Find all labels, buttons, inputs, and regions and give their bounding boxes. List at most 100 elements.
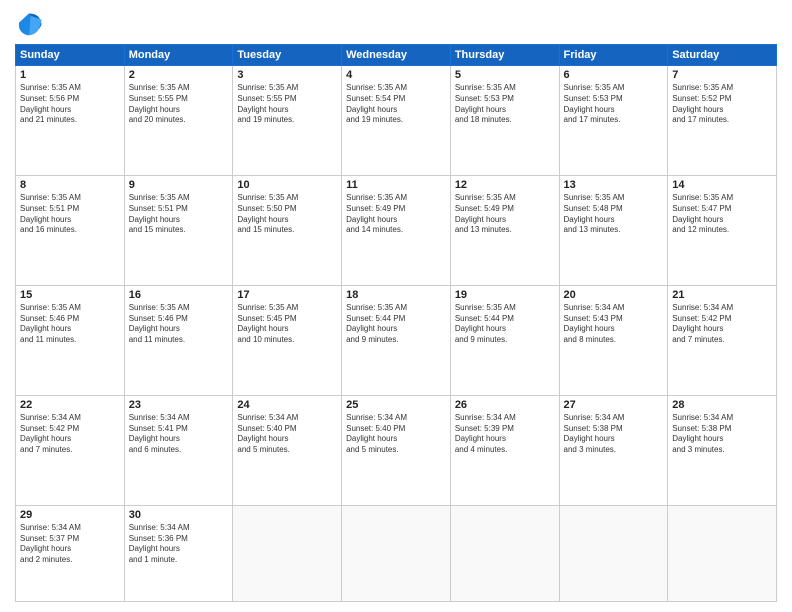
- day-number: 7: [672, 69, 772, 81]
- day-number: 3: [237, 69, 337, 81]
- cell-content: Sunrise: 5:35 AM Sunset: 5:55 PM Dayligh…: [237, 83, 337, 126]
- cell-content: Sunrise: 5:34 AM Sunset: 5:43 PM Dayligh…: [564, 303, 664, 346]
- calendar-row-2: 8 Sunrise: 5:35 AM Sunset: 5:51 PM Dayli…: [16, 175, 777, 285]
- cell-content: Sunrise: 5:34 AM Sunset: 5:38 PM Dayligh…: [672, 413, 772, 456]
- day-cell-10: 10 Sunrise: 5:35 AM Sunset: 5:50 PM Dayl…: [233, 175, 342, 285]
- day-number: 4: [346, 69, 446, 81]
- day-cell-3: 3 Sunrise: 5:35 AM Sunset: 5:55 PM Dayli…: [233, 66, 342, 176]
- day-number: 6: [564, 69, 664, 81]
- day-number: 23: [129, 399, 229, 411]
- cell-content: Sunrise: 5:34 AM Sunset: 5:37 PM Dayligh…: [20, 523, 120, 566]
- day-number: 10: [237, 179, 337, 191]
- cell-content: Sunrise: 5:35 AM Sunset: 5:53 PM Dayligh…: [455, 83, 555, 126]
- empty-cell: [342, 505, 451, 601]
- day-number: 14: [672, 179, 772, 191]
- cell-content: Sunrise: 5:35 AM Sunset: 5:45 PM Dayligh…: [237, 303, 337, 346]
- day-cell-24: 24 Sunrise: 5:34 AM Sunset: 5:40 PM Dayl…: [233, 395, 342, 505]
- calendar-row-4: 22 Sunrise: 5:34 AM Sunset: 5:42 PM Dayl…: [16, 395, 777, 505]
- cell-content: Sunrise: 5:34 AM Sunset: 5:40 PM Dayligh…: [346, 413, 446, 456]
- calendar-table: Sunday Monday Tuesday Wednesday Thursday…: [15, 44, 777, 602]
- header: [15, 10, 777, 38]
- cell-content: Sunrise: 5:35 AM Sunset: 5:49 PM Dayligh…: [346, 193, 446, 236]
- day-cell-11: 11 Sunrise: 5:35 AM Sunset: 5:49 PM Dayl…: [342, 175, 451, 285]
- day-cell-12: 12 Sunrise: 5:35 AM Sunset: 5:49 PM Dayl…: [450, 175, 559, 285]
- header-friday: Friday: [559, 45, 668, 66]
- cell-content: Sunrise: 5:35 AM Sunset: 5:46 PM Dayligh…: [129, 303, 229, 346]
- day-cell-27: 27 Sunrise: 5:34 AM Sunset: 5:38 PM Dayl…: [559, 395, 668, 505]
- header-thursday: Thursday: [450, 45, 559, 66]
- header-tuesday: Tuesday: [233, 45, 342, 66]
- day-cell-25: 25 Sunrise: 5:34 AM Sunset: 5:40 PM Dayl…: [342, 395, 451, 505]
- cell-content: Sunrise: 5:35 AM Sunset: 5:49 PM Dayligh…: [455, 193, 555, 236]
- empty-cell: [233, 505, 342, 601]
- cell-content: Sunrise: 5:35 AM Sunset: 5:44 PM Dayligh…: [346, 303, 446, 346]
- day-number: 22: [20, 399, 120, 411]
- day-cell-17: 17 Sunrise: 5:35 AM Sunset: 5:45 PM Dayl…: [233, 285, 342, 395]
- day-number: 18: [346, 289, 446, 301]
- day-number: 27: [564, 399, 664, 411]
- cell-content: Sunrise: 5:34 AM Sunset: 5:39 PM Dayligh…: [455, 413, 555, 456]
- cell-content: Sunrise: 5:35 AM Sunset: 5:56 PM Dayligh…: [20, 83, 120, 126]
- cell-content: Sunrise: 5:35 AM Sunset: 5:50 PM Dayligh…: [237, 193, 337, 236]
- day-number: 15: [20, 289, 120, 301]
- day-number: 5: [455, 69, 555, 81]
- day-cell-4: 4 Sunrise: 5:35 AM Sunset: 5:54 PM Dayli…: [342, 66, 451, 176]
- cell-content: Sunrise: 5:35 AM Sunset: 5:55 PM Dayligh…: [129, 83, 229, 126]
- cell-content: Sunrise: 5:35 AM Sunset: 5:53 PM Dayligh…: [564, 83, 664, 126]
- day-number: 21: [672, 289, 772, 301]
- day-number: 29: [20, 509, 120, 521]
- day-cell-21: 21 Sunrise: 5:34 AM Sunset: 5:42 PM Dayl…: [668, 285, 777, 395]
- day-number: 19: [455, 289, 555, 301]
- day-cell-19: 19 Sunrise: 5:35 AM Sunset: 5:44 PM Dayl…: [450, 285, 559, 395]
- cell-content: Sunrise: 5:34 AM Sunset: 5:40 PM Dayligh…: [237, 413, 337, 456]
- day-cell-5: 5 Sunrise: 5:35 AM Sunset: 5:53 PM Dayli…: [450, 66, 559, 176]
- day-number: 25: [346, 399, 446, 411]
- day-cell-20: 20 Sunrise: 5:34 AM Sunset: 5:43 PM Dayl…: [559, 285, 668, 395]
- day-cell-2: 2 Sunrise: 5:35 AM Sunset: 5:55 PM Dayli…: [124, 66, 233, 176]
- day-number: 28: [672, 399, 772, 411]
- cell-content: Sunrise: 5:35 AM Sunset: 5:54 PM Dayligh…: [346, 83, 446, 126]
- logo: [15, 10, 47, 38]
- day-cell-26: 26 Sunrise: 5:34 AM Sunset: 5:39 PM Dayl…: [450, 395, 559, 505]
- cell-content: Sunrise: 5:35 AM Sunset: 5:48 PM Dayligh…: [564, 193, 664, 236]
- day-cell-7: 7 Sunrise: 5:35 AM Sunset: 5:52 PM Dayli…: [668, 66, 777, 176]
- day-number: 26: [455, 399, 555, 411]
- cell-content: Sunrise: 5:35 AM Sunset: 5:46 PM Dayligh…: [20, 303, 120, 346]
- header-saturday: Saturday: [668, 45, 777, 66]
- page: Sunday Monday Tuesday Wednesday Thursday…: [0, 0, 792, 612]
- header-monday: Monday: [124, 45, 233, 66]
- day-cell-15: 15 Sunrise: 5:35 AM Sunset: 5:46 PM Dayl…: [16, 285, 125, 395]
- logo-icon: [15, 10, 43, 38]
- cell-content: Sunrise: 5:34 AM Sunset: 5:41 PM Dayligh…: [129, 413, 229, 456]
- header-wednesday: Wednesday: [342, 45, 451, 66]
- calendar-row-3: 15 Sunrise: 5:35 AM Sunset: 5:46 PM Dayl…: [16, 285, 777, 395]
- day-number: 13: [564, 179, 664, 191]
- day-number: 2: [129, 69, 229, 81]
- day-number: 17: [237, 289, 337, 301]
- header-sunday: Sunday: [16, 45, 125, 66]
- day-cell-9: 9 Sunrise: 5:35 AM Sunset: 5:51 PM Dayli…: [124, 175, 233, 285]
- day-cell-6: 6 Sunrise: 5:35 AM Sunset: 5:53 PM Dayli…: [559, 66, 668, 176]
- day-cell-28: 28 Sunrise: 5:34 AM Sunset: 5:38 PM Dayl…: [668, 395, 777, 505]
- empty-cell: [559, 505, 668, 601]
- cell-content: Sunrise: 5:35 AM Sunset: 5:51 PM Dayligh…: [129, 193, 229, 236]
- day-number: 9: [129, 179, 229, 191]
- cell-content: Sunrise: 5:34 AM Sunset: 5:36 PM Dayligh…: [129, 523, 229, 566]
- cell-content: Sunrise: 5:35 AM Sunset: 5:47 PM Dayligh…: [672, 193, 772, 236]
- day-number: 20: [564, 289, 664, 301]
- day-number: 1: [20, 69, 120, 81]
- cell-content: Sunrise: 5:35 AM Sunset: 5:51 PM Dayligh…: [20, 193, 120, 236]
- day-cell-13: 13 Sunrise: 5:35 AM Sunset: 5:48 PM Dayl…: [559, 175, 668, 285]
- day-cell-22: 22 Sunrise: 5:34 AM Sunset: 5:42 PM Dayl…: [16, 395, 125, 505]
- day-number: 8: [20, 179, 120, 191]
- day-number: 24: [237, 399, 337, 411]
- day-number: 16: [129, 289, 229, 301]
- cell-content: Sunrise: 5:34 AM Sunset: 5:42 PM Dayligh…: [20, 413, 120, 456]
- day-cell-14: 14 Sunrise: 5:35 AM Sunset: 5:47 PM Dayl…: [668, 175, 777, 285]
- day-cell-16: 16 Sunrise: 5:35 AM Sunset: 5:46 PM Dayl…: [124, 285, 233, 395]
- day-cell-1: 1 Sunrise: 5:35 AM Sunset: 5:56 PM Dayli…: [16, 66, 125, 176]
- day-cell-29: 29 Sunrise: 5:34 AM Sunset: 5:37 PM Dayl…: [16, 505, 125, 601]
- cell-content: Sunrise: 5:35 AM Sunset: 5:52 PM Dayligh…: [672, 83, 772, 126]
- weekday-header-row: Sunday Monday Tuesday Wednesday Thursday…: [16, 45, 777, 66]
- day-number: 30: [129, 509, 229, 521]
